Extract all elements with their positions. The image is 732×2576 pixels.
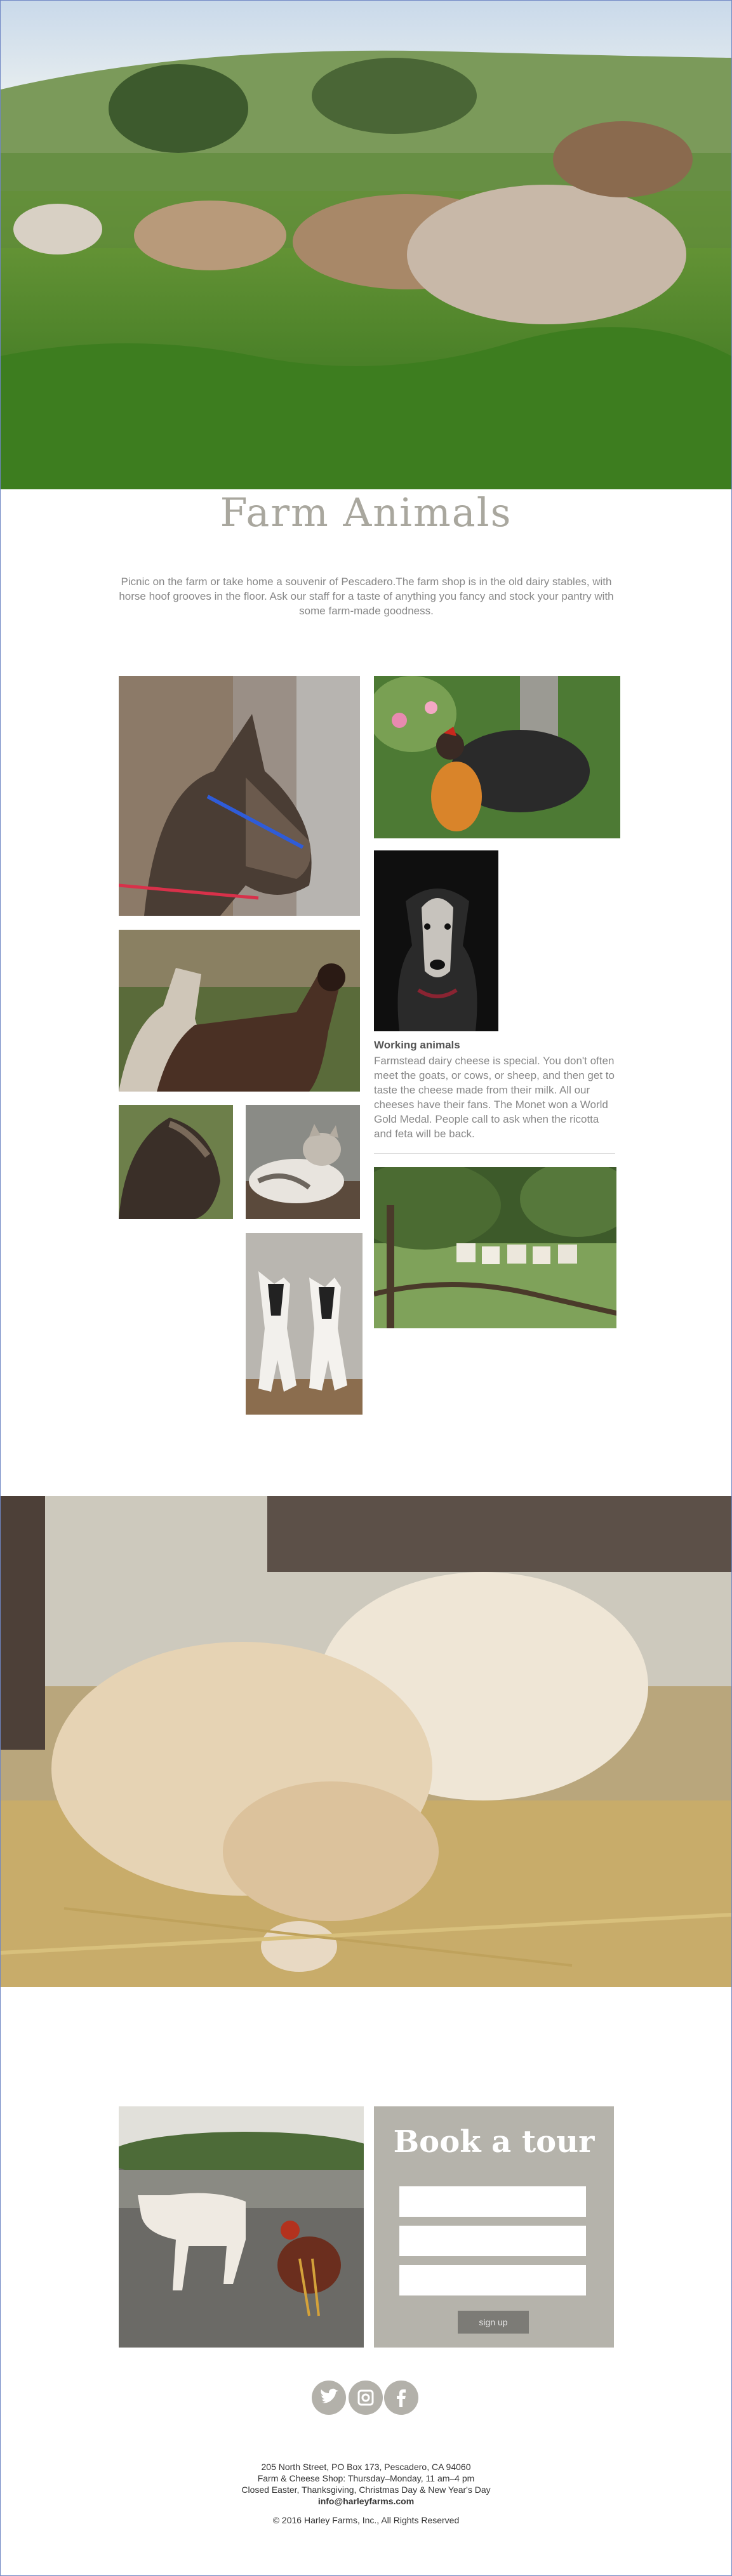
working-animals-text: Farmstead dairy cheese is special. You d… (374, 1055, 615, 1140)
divider (374, 1153, 615, 1154)
booking-field-1[interactable] (399, 2186, 586, 2217)
llama-closeup-photo (119, 1105, 233, 1219)
page-title: Farm Animals (220, 489, 512, 536)
booking-field-3[interactable] (399, 2265, 586, 2295)
footer-closed: Closed Easter, Thanksgiving, Christmas D… (241, 2485, 491, 2495)
booking-field-2[interactable] (399, 2226, 586, 2256)
facebook-icon[interactable] (384, 2381, 418, 2415)
working-animals-title: Working animals (374, 1039, 460, 1051)
dog-photo (374, 850, 498, 1031)
footer-email-link[interactable]: info@harleyfarms.com (1, 2495, 731, 2507)
footer-address: 205 North Street, PO Box 173, Pescadero,… (261, 2462, 471, 2472)
sleeping-puppies-photo (1, 1496, 731, 1987)
twitter-icon[interactable] (312, 2381, 346, 2415)
instagram-icon[interactable] (349, 2381, 383, 2415)
footer-copyright: © 2016 Harley Farms, Inc., All Rights Re… (272, 2515, 460, 2525)
cat-photo (246, 1105, 360, 1219)
hen-photo (374, 676, 620, 838)
donkey-photo (119, 676, 360, 916)
hero-goats-photo (1, 1, 731, 489)
intro-text: Picnic on the farm or take home a souven… (119, 576, 614, 617)
goat-and-rooster-photo (119, 2106, 364, 2348)
llamas-photo (119, 930, 360, 1092)
sign-up-button[interactable]: sign up (458, 2311, 529, 2334)
footer-hours: Farm & Cheese Shop: Thursday–Monday, 11 … (257, 2473, 475, 2483)
book-tour-title: Book a tour (393, 2124, 595, 2160)
beehives-photo (374, 1167, 616, 1328)
baby-goats-photo (246, 1233, 363, 1415)
book-tour-panel: Book a tour sign up (374, 2106, 614, 2348)
